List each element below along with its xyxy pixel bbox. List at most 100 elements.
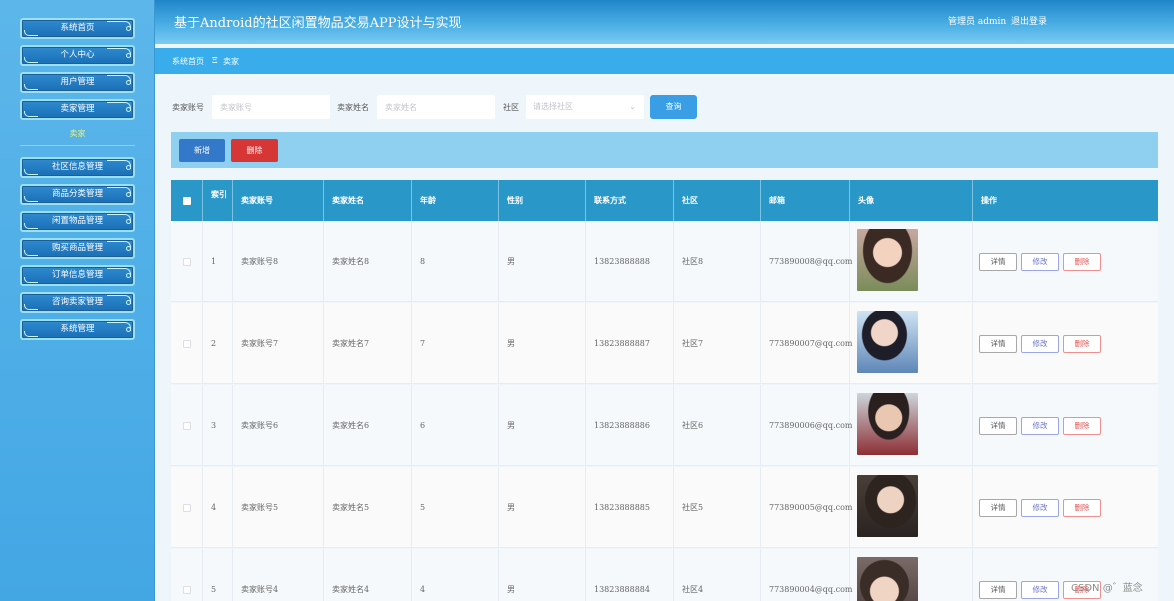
app-window: 系统首页 个人中心 用户管理 卖家管理 卖家 社区信息管理 商品分类管理 闲置物…	[0, 0, 1174, 601]
sidebar-item-home[interactable]: 系统首页	[20, 18, 135, 39]
cell-index: 5	[203, 549, 233, 601]
edit-button[interactable]: 修改	[1021, 253, 1059, 271]
avatar	[857, 311, 918, 373]
cell-account: 卖家账号7	[233, 303, 324, 384]
sidebar-item-idle-goods[interactable]: 闲置物品管理	[20, 211, 135, 232]
row-checkbox[interactable]	[182, 258, 191, 266]
action-bar: 新增 删除	[171, 132, 1158, 168]
detail-button[interactable]: 详情	[979, 253, 1017, 271]
table-row: 2 卖家账号7 卖家姓名7 7 男 13823888887 社区7 773890007@qq.…	[171, 303, 1158, 384]
cell-phone: 13823888888	[586, 221, 674, 302]
logout-link[interactable]: 退出登录	[1011, 14, 1047, 27]
cell-email: 773890006@qq.com	[761, 385, 852, 466]
cell-email: 773890004@qq.com	[761, 549, 852, 601]
app-title: 基于Android的社区闲置物品交易APP设计与实现	[174, 16, 462, 31]
community-select[interactable]: 请选择社区 ⌄	[526, 95, 644, 119]
row-checkbox[interactable]	[182, 586, 191, 594]
sidebar-item-label: 个人中心	[60, 50, 95, 60]
detail-button[interactable]: 详情	[979, 581, 1017, 599]
sidebar-item-label: 闲置物品管理	[51, 216, 103, 226]
cell-community: 社区8	[674, 221, 761, 302]
detail-button[interactable]: 详情	[979, 335, 1017, 353]
seller-name-label: 卖家姓名	[337, 103, 369, 112]
column-header-name: 卖家姓名	[324, 180, 412, 221]
sidebar-item-inquiries[interactable]: 咨询卖家管理	[20, 292, 135, 313]
search-button[interactable]: 查询	[650, 95, 697, 119]
breadcrumb-current: 卖家	[223, 57, 239, 66]
detail-button[interactable]: 详情	[979, 417, 1017, 435]
cell-phone: 13823888886	[586, 385, 674, 466]
top-header: 基于Android的社区闲置物品交易APP设计与实现 管理员 admin 退出登…	[155, 0, 1174, 44]
sidebar-item-profile[interactable]: 个人中心	[20, 45, 135, 66]
seller-account-label: 卖家账号	[172, 103, 204, 112]
edit-button[interactable]: 修改	[1021, 581, 1059, 599]
cell-email: 773890005@qq.com	[761, 467, 852, 548]
cell-name: 卖家姓名8	[324, 221, 412, 302]
sidebar-item-sellers[interactable]: 卖家管理	[20, 99, 135, 120]
edit-button[interactable]: 修改	[1021, 335, 1059, 353]
cell-account: 卖家账号8	[233, 221, 324, 302]
row-checkbox-cell	[171, 467, 203, 548]
seller-table: 索引 卖家账号 卖家姓名 年龄 性别 联系方式 社区 邮箱 头像 操作 1 卖家账…	[171, 180, 1158, 601]
cell-phone: 13823888885	[586, 467, 674, 548]
cell-name: 卖家姓名4	[324, 549, 412, 601]
sidebar-item-label: 社区信息管理	[51, 162, 103, 172]
sidebar-item-orders[interactable]: 订单信息管理	[20, 265, 135, 286]
sidebar-item-users[interactable]: 用户管理	[20, 72, 135, 93]
table-row: 4 卖家账号5 卖家姓名5 5 男 13823888885 社区5 773890005@qq.…	[171, 467, 1158, 548]
avatar	[857, 229, 918, 291]
sidebar-item-label: 用户管理	[60, 77, 95, 87]
seller-name-input[interactable]	[377, 95, 495, 119]
avatar	[857, 393, 918, 455]
detail-button[interactable]: 详情	[979, 499, 1017, 517]
sidebar-item-label: 系统管理	[60, 324, 95, 334]
row-checkbox[interactable]	[182, 340, 191, 348]
edit-button[interactable]: 修改	[1021, 499, 1059, 517]
select-all-checkbox[interactable]	[171, 180, 203, 221]
sidebar-item-category[interactable]: 商品分类管理	[20, 184, 135, 205]
row-checkbox-cell	[171, 303, 203, 384]
delete-button[interactable]: 删除	[1063, 335, 1101, 353]
cell-community: 社区5	[674, 467, 761, 548]
row-checkbox[interactable]	[182, 504, 191, 512]
sidebar-item-label: 卖家管理	[60, 104, 95, 114]
sidebar-item-label: 系统首页	[60, 23, 95, 33]
sidebar-item-label: 订单信息管理	[51, 270, 103, 280]
cell-actions: 详情 修改 删除	[973, 303, 1158, 384]
cell-gender: 男	[499, 549, 586, 601]
table-row: 3 卖家账号6 卖家姓名6 6 男 13823888886 社区6 773890006@qq.…	[171, 385, 1158, 466]
delete-button[interactable]: 删除	[1063, 417, 1101, 435]
cell-actions: 详情 修改 删除	[973, 467, 1158, 548]
sidebar-subitem-seller[interactable]: 卖家	[20, 128, 135, 139]
cell-phone: 13823888887	[586, 303, 674, 384]
seller-account-input[interactable]	[212, 95, 330, 119]
cell-account: 卖家账号4	[233, 549, 324, 601]
batch-delete-button[interactable]: 删除	[231, 139, 278, 162]
edit-button[interactable]: 修改	[1021, 417, 1059, 435]
sidebar-divider	[20, 145, 135, 146]
cell-index: 2	[203, 303, 233, 384]
sidebar-item-purchases[interactable]: 购买商品管理	[20, 238, 135, 259]
sidebar-item-community[interactable]: 社区信息管理	[20, 157, 135, 178]
add-button[interactable]: 新增	[179, 139, 225, 162]
breadcrumb-home[interactable]: 系统首页	[172, 56, 204, 67]
cell-community: 社区4	[674, 549, 761, 601]
sidebar-item-system[interactable]: 系统管理	[20, 319, 135, 340]
cell-gender: 男	[499, 303, 586, 384]
cell-email: 773890008@qq.com	[761, 221, 852, 302]
cell-account: 卖家账号5	[233, 467, 324, 548]
cell-index: 1	[203, 221, 233, 302]
sidebar: 系统首页 个人中心 用户管理 卖家管理 卖家 社区信息管理 商品分类管理 闲置物…	[0, 0, 155, 601]
cell-name: 卖家姓名7	[324, 303, 412, 384]
table-header: 索引 卖家账号 卖家姓名 年龄 性别 联系方式 社区 邮箱 头像 操作	[171, 180, 1158, 221]
sidebar-item-label: 购买商品管理	[51, 243, 103, 253]
breadcrumb-separator: Ξ	[212, 56, 218, 65]
delete-button[interactable]: 删除	[1063, 499, 1101, 517]
cell-community: 社区7	[674, 303, 761, 384]
delete-button[interactable]: 删除	[1063, 253, 1101, 271]
cell-avatar	[850, 303, 973, 384]
row-checkbox[interactable]	[182, 422, 191, 430]
avatar	[857, 557, 918, 601]
cell-age: 6	[412, 385, 499, 466]
cell-actions: 详情 修改 删除	[973, 221, 1158, 302]
